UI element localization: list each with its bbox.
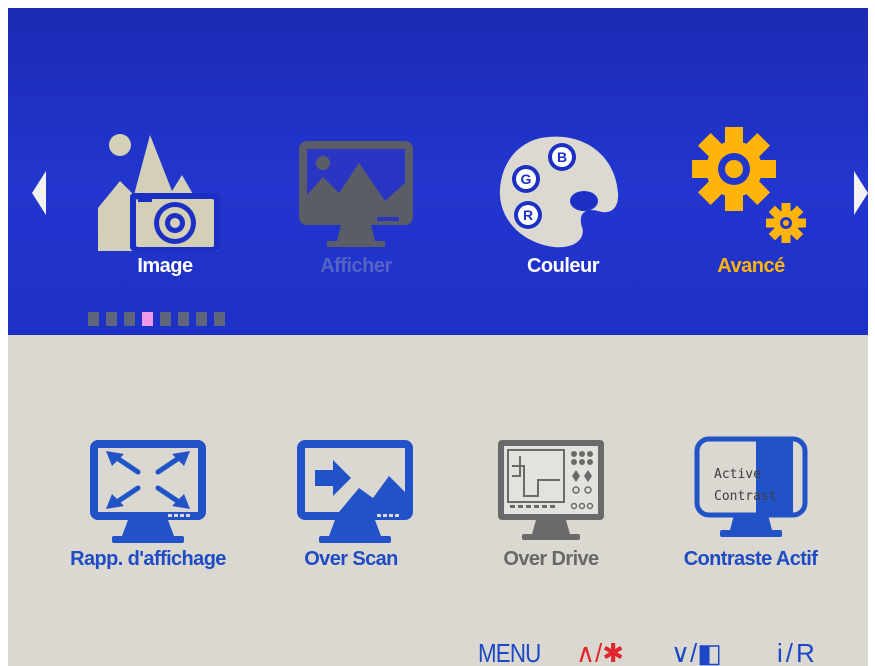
palette-rgb-icon: G B R [499, 136, 619, 248]
up-brightness-key[interactable]: ∧/✱ [576, 638, 624, 666]
icon-text-contrast: Contrast [714, 489, 777, 504]
item-label: Over Drive [503, 548, 599, 570]
page-dot [196, 312, 207, 326]
item-label: Contraste Actif [683, 548, 818, 570]
menu-key[interactable]: MENU [478, 638, 541, 666]
monitor-circuit-icon [498, 440, 604, 540]
tab-couleur[interactable]: G B R Couleur [488, 123, 638, 283]
mountain-camera-icon [98, 134, 220, 251]
down-volume-key[interactable]: ∨/◧ [671, 638, 722, 666]
page-dot [160, 312, 171, 326]
right-arrow-icon[interactable] [850, 168, 868, 218]
page-indicator [88, 312, 232, 328]
item-over-drive[interactable]: Over Drive [476, 436, 626, 586]
page-dot [178, 312, 189, 326]
icon-text-active: Active [714, 467, 761, 482]
page-dot [124, 312, 135, 326]
page-dot-active [142, 312, 153, 326]
palette-letter-g: G [521, 171, 532, 187]
tab-label: Avancé [717, 255, 785, 277]
monitor-arrow-landscape-icon [297, 440, 413, 543]
page-dot [88, 312, 99, 326]
tab-image[interactable]: Image [90, 123, 240, 283]
monitor-expand-arrows-icon [90, 440, 206, 543]
page-dot [106, 312, 117, 326]
item-over-scan[interactable]: Over Scan [276, 436, 426, 586]
palette-letter-r: R [523, 207, 533, 223]
page-dot [214, 312, 225, 326]
item-rapp-affichage[interactable]: Rapp. d'affichage [48, 436, 248, 586]
tab-avance[interactable]: Avancé [676, 123, 826, 283]
tab-label: Image [137, 255, 193, 277]
item-contraste-actif[interactable]: Active Contrast Contraste Actif [663, 436, 838, 586]
palette-letter-b: B [557, 149, 567, 165]
tab-afficher[interactable]: Afficher [281, 123, 431, 283]
tab-label: Couleur [526, 255, 600, 277]
tab-label: Afficher [320, 255, 392, 277]
osd-screen: Image Afficher G B R Couleur Avancé Rapp… [8, 8, 868, 666]
item-label: Rapp. d'affichage [70, 548, 226, 570]
monitor-landscape-icon [299, 141, 413, 247]
info-reset-key[interactable]: i/R [777, 638, 818, 666]
active-contrast-icon: Active Contrast [694, 436, 808, 537]
gears-icon [692, 127, 806, 243]
item-label: Over Scan [304, 548, 398, 570]
tab-bar: Image Afficher G B R Couleur Avancé [8, 8, 868, 335]
left-arrow-icon[interactable] [30, 168, 50, 218]
